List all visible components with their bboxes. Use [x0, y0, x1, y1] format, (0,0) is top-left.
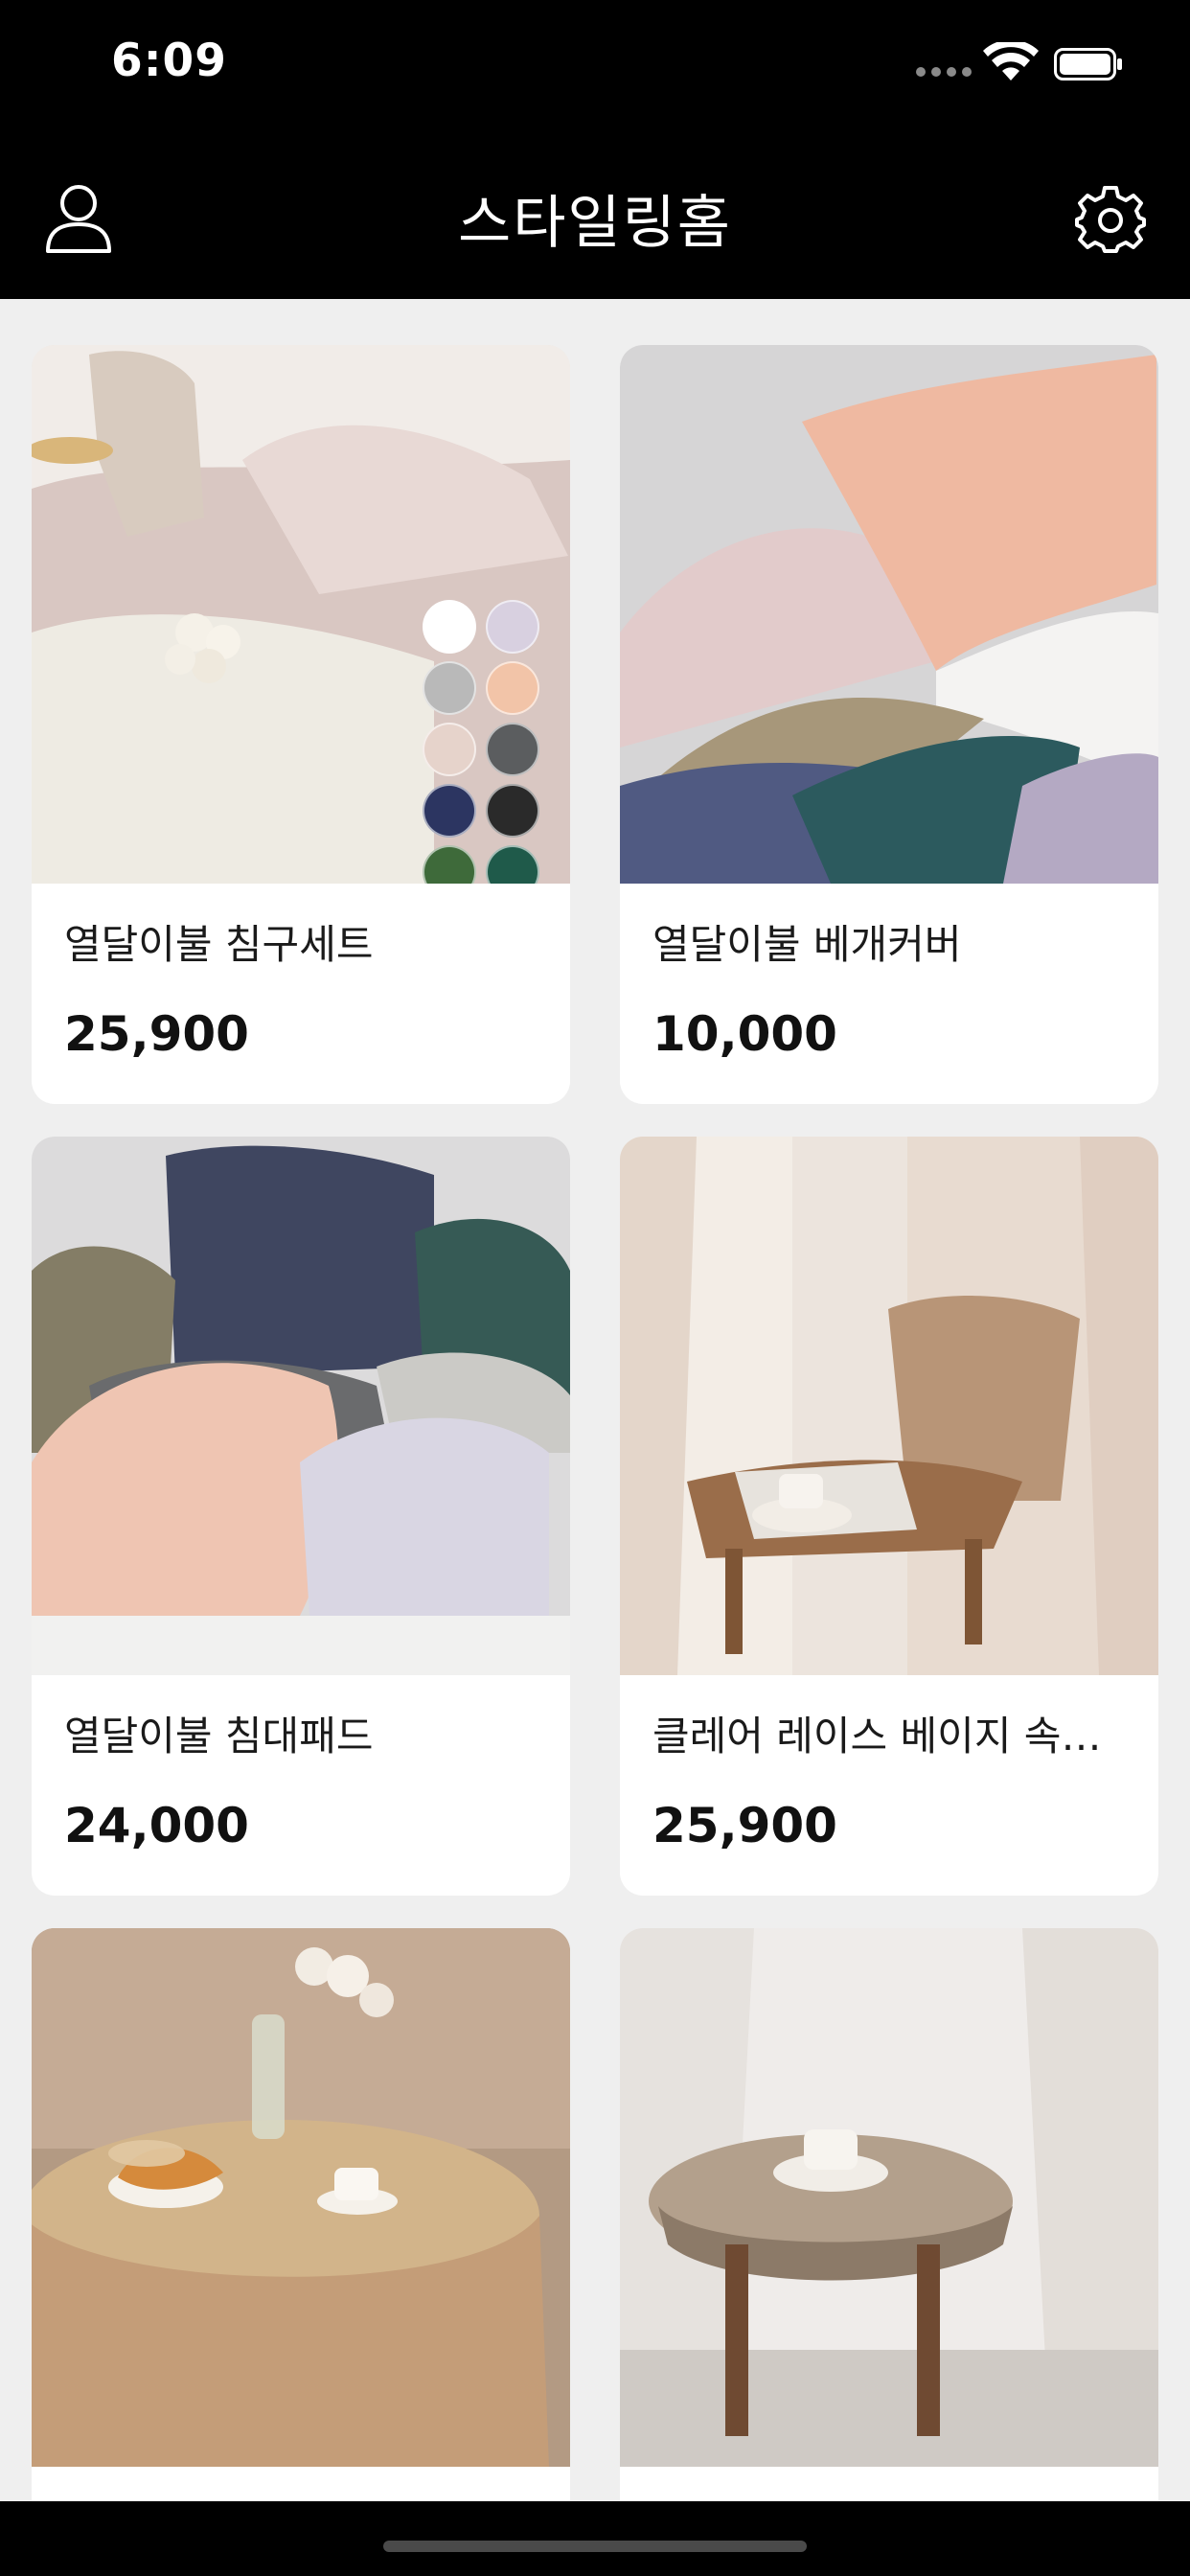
- product-price: 25,900: [64, 1006, 249, 1062]
- product-price: 25,900: [652, 1798, 837, 1853]
- home-indicator[interactable]: [383, 2541, 807, 2552]
- product-price: 10,000: [652, 1006, 837, 1062]
- color-swatch: [486, 723, 539, 776]
- product-name: 열달이불 베개커버: [652, 921, 962, 968]
- status-time: 6:09: [111, 34, 227, 87]
- product-price: 24,000: [64, 1798, 249, 1853]
- color-swatch: [423, 784, 476, 838]
- product-name: 클레어 레이스 베이지 속…: [652, 1713, 1102, 1760]
- color-swatch: [423, 600, 476, 654]
- product-name: 열달이불 침대패드: [64, 1713, 374, 1760]
- color-swatches: [423, 600, 539, 884]
- cellular-signal-icon: [916, 67, 972, 77]
- product-card[interactable]: 열달이불 침대패드 24,000: [32, 1137, 570, 1896]
- product-grid: 열달이불 침구세트 25,900 열달이불 베개커버 10,000 열달이불 침…: [32, 345, 1158, 2576]
- product-image: [32, 345, 570, 884]
- battery-icon: [1054, 48, 1122, 80]
- color-swatch: [423, 661, 476, 715]
- product-image: [32, 1928, 570, 2467]
- color-swatch: [486, 845, 539, 884]
- gear-icon[interactable]: [1075, 184, 1146, 255]
- page-title: 스타일링홈: [458, 190, 732, 257]
- product-image: [620, 345, 1158, 884]
- product-card[interactable]: [620, 1928, 1158, 2576]
- color-swatch: [423, 845, 476, 884]
- product-card[interactable]: 열달이불 침구세트 25,900: [32, 345, 570, 1104]
- color-swatch: [486, 661, 539, 715]
- product-image: [620, 1137, 1158, 1675]
- top-bar: 6:09 스타일링홈: [0, 0, 1190, 299]
- product-card[interactable]: [32, 1928, 570, 2576]
- color-swatch: [486, 784, 539, 838]
- product-card[interactable]: 클레어 레이스 베이지 속… 25,900: [620, 1137, 1158, 1896]
- product-image: [620, 1928, 1158, 2467]
- product-image: [32, 1137, 570, 1675]
- color-swatch: [486, 600, 539, 654]
- bottom-bar: [0, 2501, 1190, 2576]
- product-name: 열달이불 침구세트: [64, 921, 374, 968]
- color-swatch: [423, 723, 476, 776]
- wifi-icon: [983, 42, 1039, 80]
- product-card[interactable]: 열달이불 베개커버 10,000: [620, 345, 1158, 1104]
